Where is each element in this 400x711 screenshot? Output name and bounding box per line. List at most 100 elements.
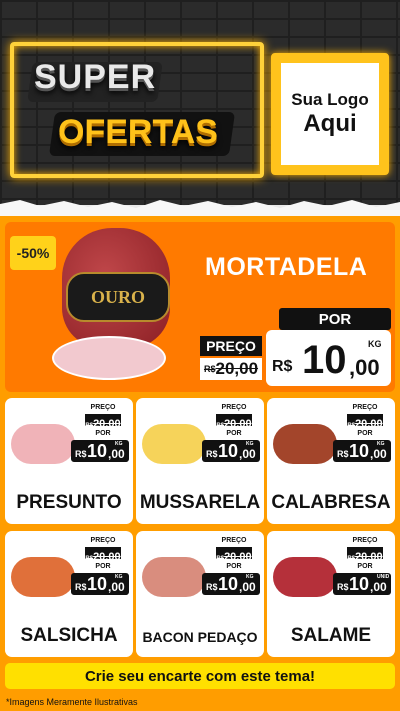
old-price-currency: R$ <box>347 423 356 429</box>
old-price: R$20,00 <box>216 414 252 430</box>
new-price: R$ 10,00 KG <box>333 440 391 462</box>
new-price-decimal: ,00 <box>108 447 125 461</box>
product-card[interactable]: PREÇO R$20,00 POR R$ 10,00 UNID SALAME <box>267 531 395 657</box>
new-price-decimal: ,00 <box>108 580 125 594</box>
old-price-value: 20,00 <box>93 418 121 430</box>
product-card[interactable]: PREÇO R$20,00 POR R$ 10,00 KG PRESUNTO <box>5 398 133 524</box>
new-price-unit: KG <box>115 574 123 580</box>
new-price-integer: 10 <box>218 441 239 461</box>
mortadela-brand-label: OURO <box>66 272 170 322</box>
title-super: SUPER <box>34 58 157 96</box>
product-card[interactable]: PREÇO R$20,00 POR R$ 10,00 KG SALSICHA <box>5 531 133 657</box>
product-name: SALAME <box>290 625 372 646</box>
old-price: R$20,00 <box>85 414 121 430</box>
new-price-integer: 10 <box>218 574 239 594</box>
product-name: SALSICHA <box>20 625 118 646</box>
old-price: R$20,00 <box>347 414 383 430</box>
new-price-unit: KG <box>115 441 123 447</box>
mortadela-slices-image <box>52 336 166 380</box>
new-price-decimal: ,00 <box>370 580 387 594</box>
old-price-value: 20,00 <box>93 551 121 563</box>
new-price-currency: R$ <box>206 449 218 459</box>
product-name: CALABRESA <box>271 492 391 513</box>
old-price-value: 20,00 <box>224 418 252 430</box>
discount-badge: -50% <box>10 236 56 270</box>
new-price-integer: 10 <box>349 574 370 594</box>
por-label: POR <box>226 563 242 570</box>
preco-label: PREÇO <box>90 404 116 411</box>
old-price-value: 20,00 <box>215 359 259 378</box>
por-label: POR <box>95 563 111 570</box>
product-name: PRESUNTO <box>16 492 122 513</box>
logo-text-line2: Aqui <box>303 110 357 137</box>
por-label: POR <box>357 430 373 437</box>
preco-label: PREÇO <box>352 537 378 544</box>
new-price-decimal: ,00 <box>370 447 387 461</box>
new-price: R$ 10,00 KG <box>71 573 129 595</box>
product-card[interactable]: PREÇO R$20,00 POR R$ 10,00 KG CALABRESA <box>267 398 395 524</box>
product-image <box>142 557 206 597</box>
new-price-currency: R$ <box>206 582 218 592</box>
new-price-decimal: ,00 <box>239 580 256 594</box>
new-price-integer: 10 <box>87 574 108 594</box>
disclaimer-footnote: *Imagens Meramente Ilustrativas <box>6 697 138 707</box>
product-name: BACON PEDAÇO <box>142 629 258 645</box>
product-image <box>273 424 337 464</box>
new-price-decimal: ,00 <box>239 447 256 461</box>
por-label: POR <box>95 430 111 437</box>
new-price-unit: KG <box>246 574 254 580</box>
new-price-integer: 10 <box>349 441 370 461</box>
new-price-integer: 10 <box>87 441 108 461</box>
featured-product-name: MORTADELA <box>205 253 368 281</box>
new-price: R$ 10,00 UNID <box>333 573 391 595</box>
product-image <box>273 557 337 597</box>
new-price-unit: KG <box>368 339 382 349</box>
preco-label: PREÇO <box>352 404 378 411</box>
old-price-currency: R$ <box>85 423 94 429</box>
product-card[interactable]: PREÇO R$20,00 POR R$ 10,00 KG BACON PEDAÇO <box>136 531 264 657</box>
featured-old-price: R$ 20,00 <box>200 358 262 380</box>
featured-por-label: POR <box>279 308 391 330</box>
logo-frame[interactable]: Sua Logo Aqui <box>271 53 389 175</box>
new-price: R$ 10,00 KG <box>202 573 260 595</box>
old-price-currency: R$ <box>216 423 225 429</box>
preco-label: PREÇO <box>90 537 116 544</box>
product-image <box>142 424 206 464</box>
old-price-currency: R$ <box>203 364 216 374</box>
por-label: POR <box>226 430 242 437</box>
product-image <box>11 424 75 464</box>
new-price-currency: R$ <box>75 582 87 592</box>
new-price-currency: R$ <box>75 449 87 459</box>
new-price-unit: KG <box>377 441 385 447</box>
preco-label: PREÇO <box>221 404 247 411</box>
cta-banner[interactable]: Crie seu encarte com este tema! <box>5 663 395 689</box>
new-price-currency: R$ <box>337 582 349 592</box>
new-price-currency: R$ <box>337 449 349 459</box>
new-price-unit: KG <box>246 441 254 447</box>
preco-label: PREÇO <box>221 537 247 544</box>
old-price-value: 20,00 <box>355 551 383 563</box>
featured-new-price: R$ 10 ,00 KG <box>266 330 391 386</box>
new-price-currency: R$ <box>272 358 293 375</box>
por-label: POR <box>357 563 373 570</box>
old-price-value: 20,00 <box>224 551 252 563</box>
logo-placeholder[interactable]: Sua Logo Aqui <box>281 63 379 165</box>
title-ofertas: OFERTAS <box>58 113 218 151</box>
old-price-currency: R$ <box>85 556 94 562</box>
old-price-value: 20,00 <box>355 418 383 430</box>
product-image <box>11 557 75 597</box>
old-price: R$20,00 <box>347 547 383 563</box>
old-price-currency: R$ <box>347 556 356 562</box>
old-price-currency: R$ <box>216 556 225 562</box>
old-price: R$20,00 <box>85 547 121 563</box>
product-name: MUSSARELA <box>139 492 261 513</box>
product-card[interactable]: PREÇO R$20,00 POR R$ 10,00 KG MUSSARELA <box>136 398 264 524</box>
old-price: R$20,00 <box>216 547 252 563</box>
logo-text-line1: Sua Logo <box>291 90 369 109</box>
new-price: R$ 10,00 KG <box>71 440 129 462</box>
new-price-unit: UNID <box>377 574 390 580</box>
new-price-integer: 10 <box>302 338 347 382</box>
new-price: R$ 10,00 KG <box>202 440 260 462</box>
new-price-decimal: ,00 <box>349 355 380 380</box>
featured-preco-label: PREÇO <box>200 336 262 356</box>
